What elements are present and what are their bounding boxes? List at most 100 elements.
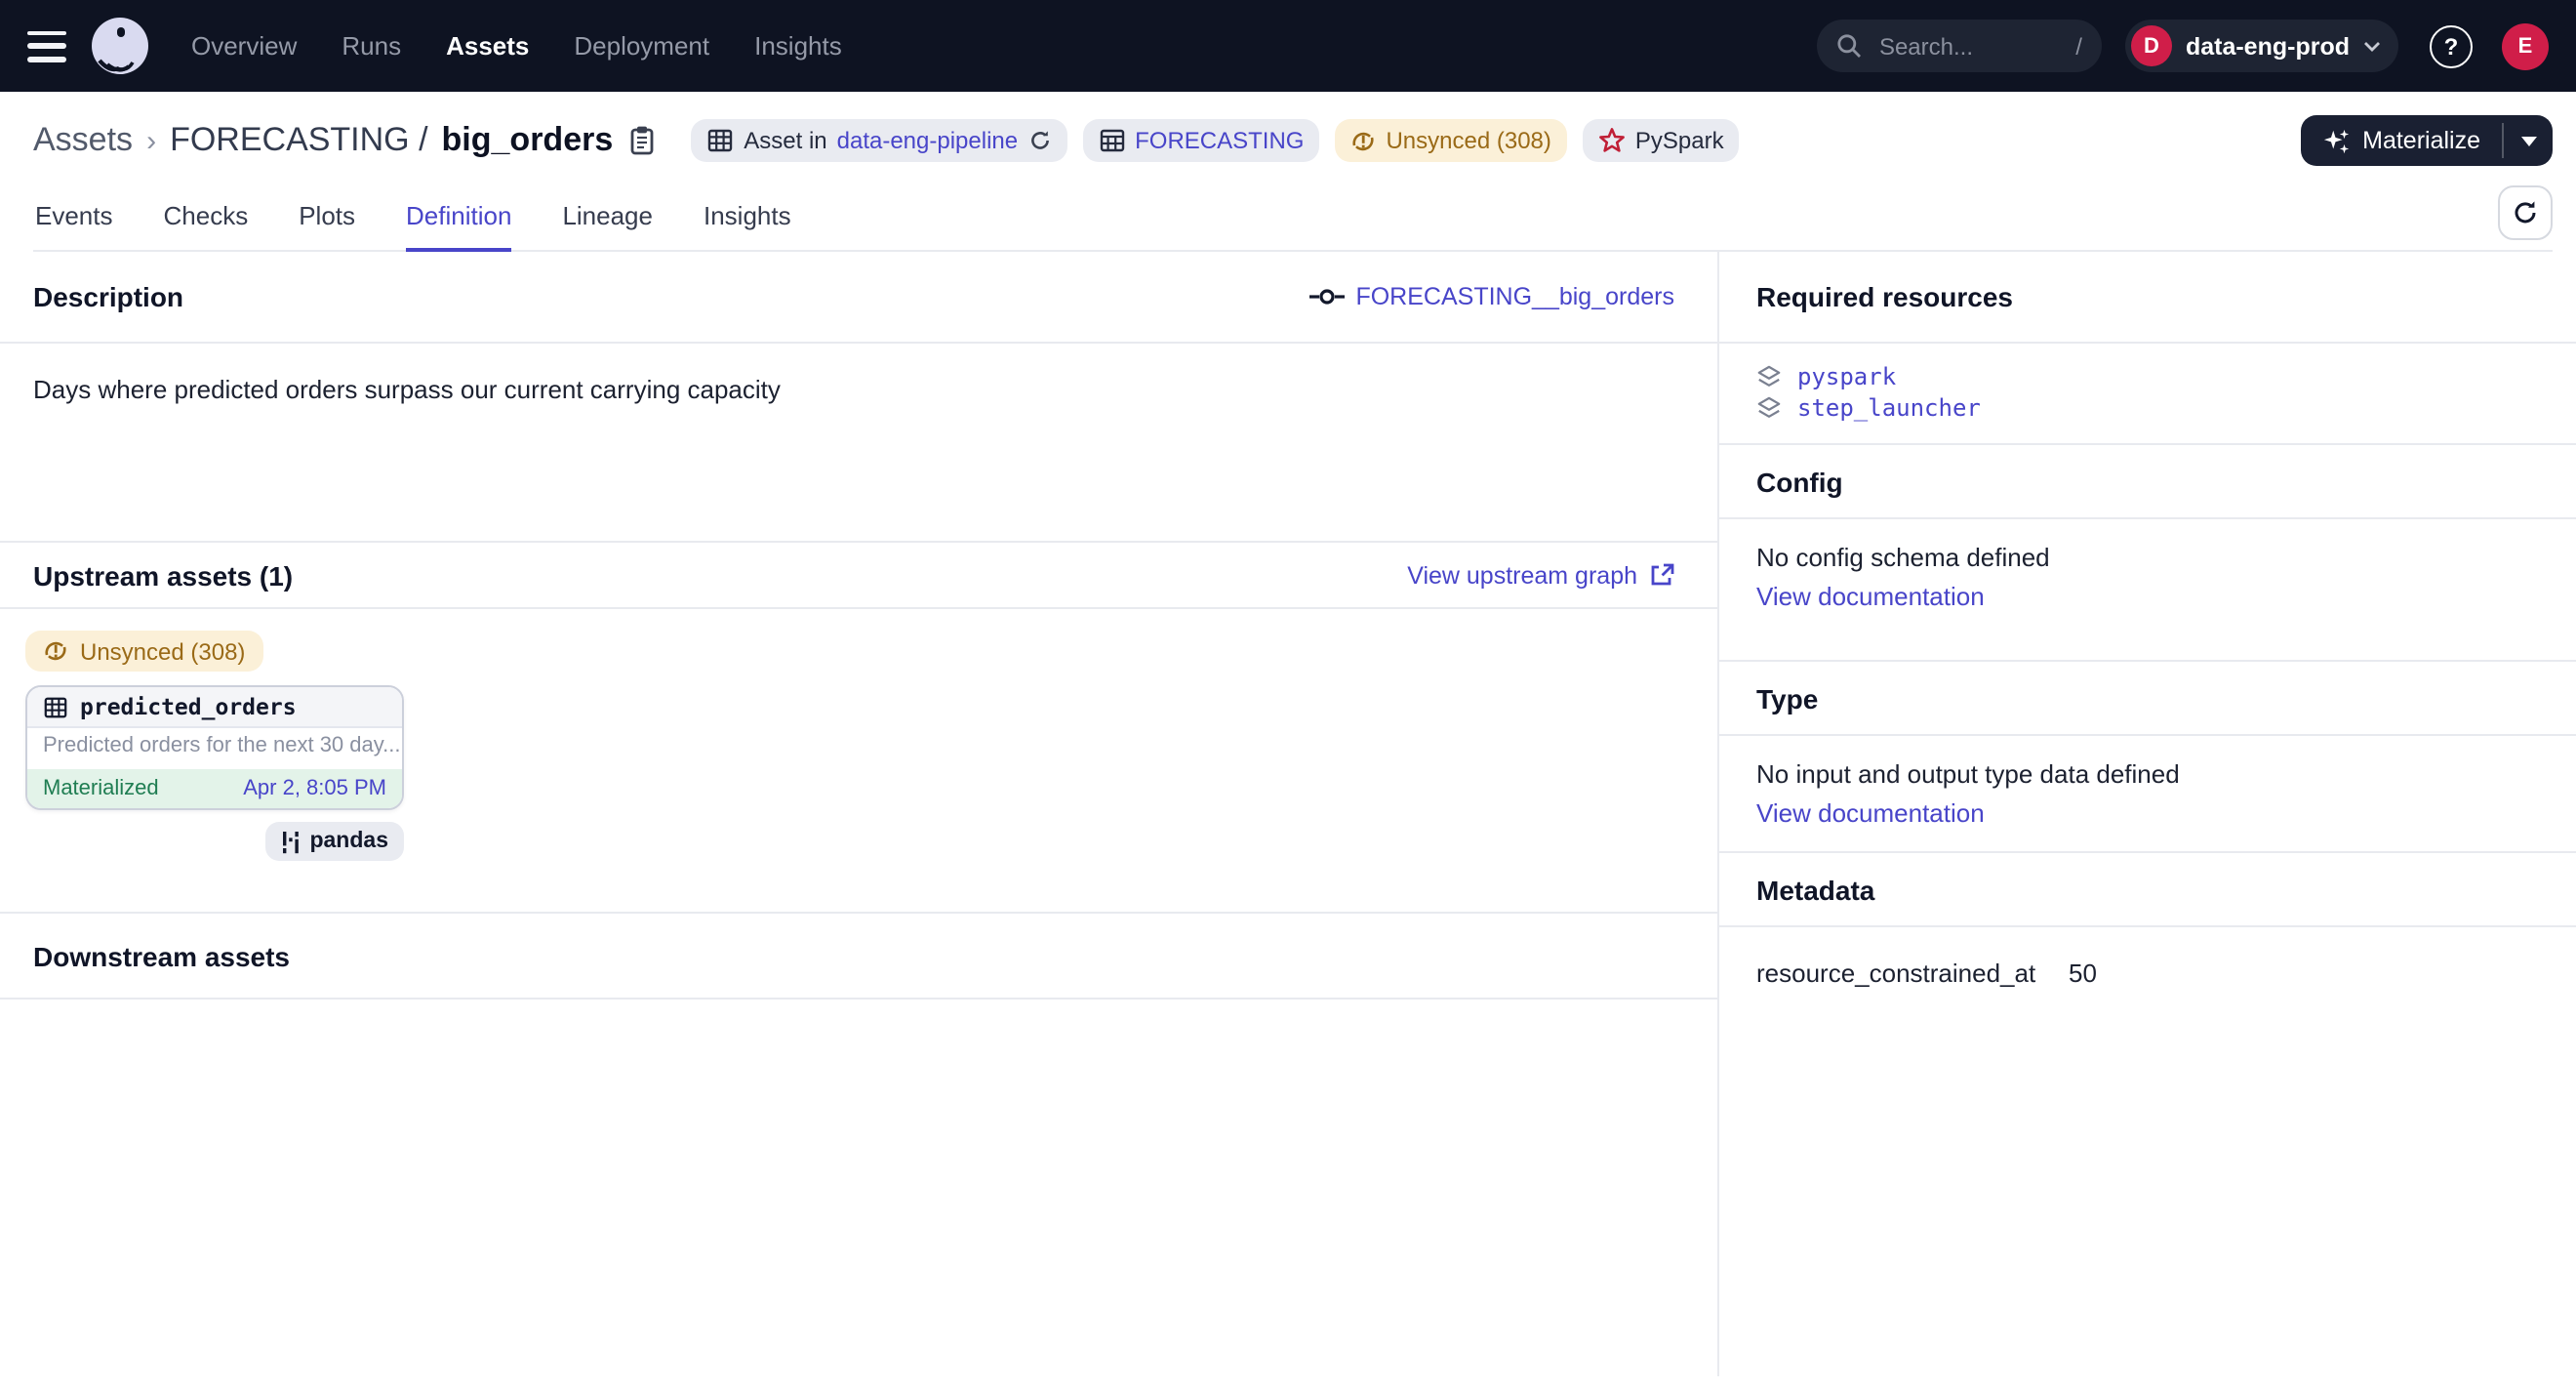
view-upstream-graph-link[interactable]: View upstream graph [1407,561,1674,589]
external-link-icon [1649,562,1674,588]
nav-item-runs[interactable]: Runs [342,31,401,61]
upstream-asset-status-row: Materialized Apr 2, 8:05 PM [27,769,402,808]
metadata-value: 50 [2069,959,2097,988]
type-heading: Type [1756,682,1818,714]
metadata-header: Metadata [1719,853,2576,927]
layers-icon [1756,395,1782,421]
metadata-heading: Metadata [1756,874,1874,905]
copy-asset-name-icon[interactable] [628,125,656,156]
refresh-icon [1027,129,1051,152]
upstream-asset-name: predicted_orders [80,693,297,720]
search-input[interactable] [1875,30,2075,61]
breadcrumb-group: FORECASTING / [170,121,427,160]
page-title: big_orders [442,121,614,160]
unsynced-icon [43,638,68,664]
tab-definition[interactable]: Definition [406,193,511,252]
refresh-icon [2512,199,2539,226]
upstream-sync-badge: Unsynced (308) [25,631,262,672]
chevron-down-icon [2363,40,2381,52]
config-body: No config schema defined View documentat… [1719,519,2576,662]
description-heading: Description [33,281,183,312]
graph-op-link[interactable]: FORECASTING__big_orders [1308,283,1674,310]
nav-item-deployment[interactable]: Deployment [574,31,709,61]
config-header: Config [1719,445,2576,519]
upstream-assets-list: Unsynced (308) predicted_orders Predicte… [0,609,1717,914]
nav-item-assets[interactable]: Assets [446,31,529,61]
tag-group-forecasting[interactable]: FORECASTING [1082,119,1319,162]
type-view-documentation-link[interactable]: View documentation [1756,798,2539,828]
config-heading: Config [1756,466,1843,497]
resource-link-step-launcher[interactable]: step_launcher [1756,394,2539,422]
sparkles-icon [2321,126,2351,155]
hamburger-menu-icon[interactable] [27,30,66,61]
spark-star-icon [1598,127,1626,154]
materialized-status: Materialized [43,777,159,800]
breadcrumb: Assets › FORECASTING / big_orders [33,121,613,160]
tab-plots[interactable]: Plots [299,193,355,252]
upstream-asset-description: Predicted orders for the next 30 day... [27,728,402,769]
nav-item-insights[interactable]: Insights [754,31,842,61]
definition-side-panel: Required resources pyspark step_launcher… [1719,252,2576,1376]
table-icon [43,694,68,719]
metadata-row: resource_constrained_at 50 [1719,927,2576,988]
breadcrumb-separator-icon: › [146,125,156,158]
config-empty-message: No config schema defined [1756,543,2539,572]
help-icon[interactable]: ? [2430,24,2473,67]
asset-tabs: Events Checks Plots Definition Lineage I… [33,185,2553,252]
downstream-heading: Downstream assets [33,940,290,971]
compute-kind-tag-pandas[interactable]: pandas [264,822,404,861]
layers-icon [1756,364,1782,389]
search-box[interactable]: / [1817,20,2102,72]
description-header: Description FORECASTING__big_orders [0,252,1717,344]
materialize-button[interactable]: Materialize [2300,115,2502,166]
user-avatar[interactable]: E [2502,22,2549,69]
description-text: Days where predicted orders surpass our … [0,344,1717,543]
materialization-timestamp-link[interactable]: Apr 2, 8:05 PM [243,777,386,800]
search-shortcut-hint: / [2075,32,2082,60]
metadata-key: resource_constrained_at [1756,959,2069,988]
tab-insights[interactable]: Insights [704,193,791,252]
job-link[interactable]: data-eng-pipeline [837,127,1019,154]
tab-events[interactable]: Events [35,193,113,252]
tab-lineage[interactable]: Lineage [562,193,653,252]
logo-eye [117,27,125,37]
deployment-switcher[interactable]: D data-eng-prod [2125,20,2398,72]
type-empty-message: No input and output type data defined [1756,759,2539,789]
tag-sync-status[interactable]: Unsynced (308) [1335,119,1566,162]
nav-item-overview[interactable]: Overview [191,31,297,61]
pandas-icon [280,829,300,854]
required-resources-heading: Required resources [1756,281,2013,312]
refresh-button[interactable] [2498,185,2553,240]
breadcrumb-assets-link[interactable]: Assets [33,121,133,160]
deployment-badge: D [2131,25,2172,66]
dagster-logo-icon[interactable] [92,18,148,74]
materialize-options-button[interactable] [2504,115,2553,166]
upstream-heading: Upstream assets (1) [33,559,293,591]
tab-checks[interactable]: Checks [164,193,249,252]
table-icon [706,127,734,154]
asset-header: Assets › FORECASTING / big_orders Asset … [0,92,2576,252]
upstream-asset-card[interactable]: predicted_orders Predicted orders for th… [25,685,404,810]
top-nav: Overview Runs Assets Deployment Insights… [0,0,2576,92]
type-body: No input and output type data defined Vi… [1719,736,2576,853]
upstream-header: Upstream assets (1) View upstream graph [0,543,1717,609]
app-window: Overview Runs Assets Deployment Insights… [0,0,2576,1388]
op-icon [1308,287,1344,306]
deployment-name: data-eng-prod [2186,32,2350,60]
caret-down-icon [2520,136,2536,145]
config-view-documentation-link[interactable]: View documentation [1756,582,2539,611]
asset-tags: Asset in data-eng-pipeline FORECASTING U… [691,119,1739,162]
downstream-header: Downstream assets [0,914,1717,1000]
required-resources-header: Required resources [1719,252,2576,344]
definition-main-panel: Description FORECASTING__big_orders Days… [0,252,1719,1376]
materialize-split-button: Materialize [2300,115,2553,166]
tag-asset-in-job[interactable]: Asset in data-eng-pipeline [691,119,1067,162]
tag-compute-kind[interactable]: PySpark [1583,119,1740,162]
primary-nav: Overview Runs Assets Deployment Insights [191,31,842,61]
required-resources-list: pyspark step_launcher [1719,344,2576,445]
asset-group-icon [1098,127,1125,154]
unsynced-icon [1350,128,1376,153]
resource-link-pyspark[interactable]: pyspark [1756,363,2539,390]
search-icon [1836,33,1862,59]
type-header: Type [1719,662,2576,736]
